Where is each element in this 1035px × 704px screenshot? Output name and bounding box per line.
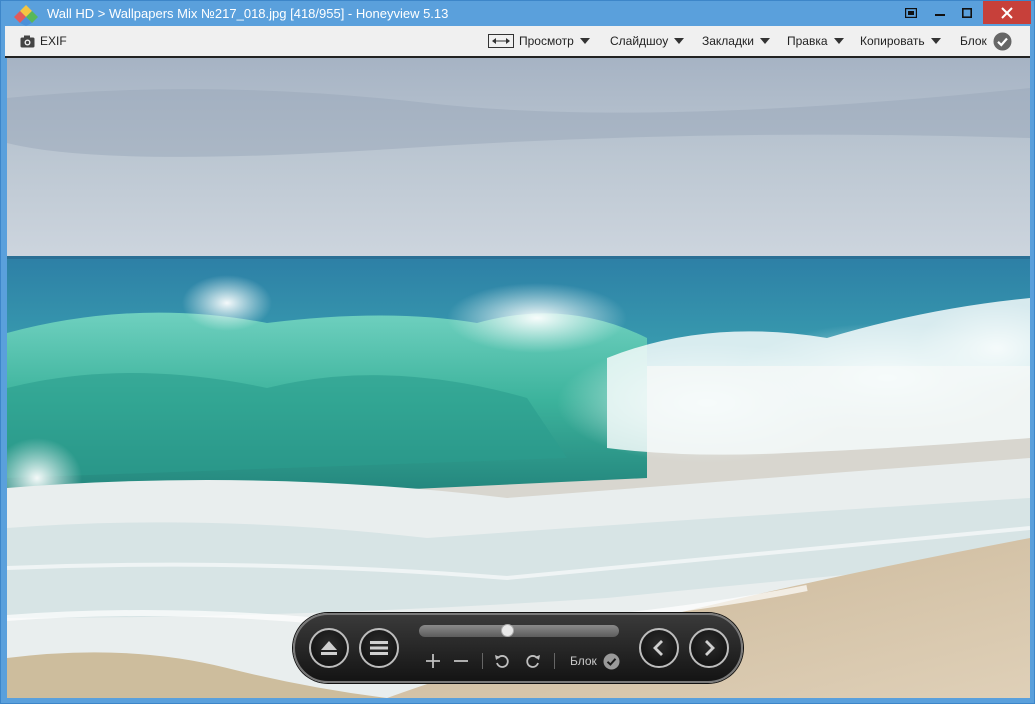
chevron-down-icon xyxy=(930,38,941,44)
chevron-right-icon xyxy=(705,640,715,656)
title-bar[interactable]: Wall HD > Wallpapers Mix №217_018.jpg [4… xyxy=(1,1,1034,26)
copy-menu-label: Копировать xyxy=(860,34,925,48)
check-icon xyxy=(993,32,1012,50)
position-slider-handle[interactable] xyxy=(501,624,514,637)
rotate-left-button[interactable] xyxy=(492,651,512,671)
zoom-out-icon xyxy=(454,660,468,662)
edit-menu[interactable]: Правка xyxy=(787,26,844,56)
app-icon xyxy=(14,5,38,26)
zoom-in-button[interactable] xyxy=(423,651,443,671)
close-button[interactable] xyxy=(983,1,1031,24)
floating-control-bar: Блок xyxy=(293,613,743,683)
close-icon xyxy=(1001,6,1013,19)
chevron-down-icon xyxy=(759,38,770,44)
slideshow-menu-label: Слайдшоу xyxy=(610,34,669,48)
menu-icon xyxy=(370,641,388,655)
rotate-right-button[interactable] xyxy=(523,651,543,671)
fullscreen-button[interactable] xyxy=(896,1,926,24)
edit-menu-label: Правка xyxy=(787,34,828,48)
eject-icon xyxy=(321,641,337,655)
rotate-right-icon xyxy=(526,655,540,668)
toolbar: EXIF Просмотр Слайдшоу Закладки Правка К… xyxy=(5,26,1030,58)
view-menu[interactable]: Просмотр xyxy=(488,26,590,56)
lock-label: Блок xyxy=(960,34,987,48)
window-title: Wall HD > Wallpapers Mix №217_018.jpg [4… xyxy=(47,6,449,21)
zoom-in-icon xyxy=(426,654,440,668)
exif-button[interactable]: EXIF xyxy=(20,26,67,56)
camera-icon xyxy=(20,35,35,47)
bookmarks-menu[interactable]: Закладки xyxy=(702,26,770,56)
position-slider[interactable] xyxy=(419,624,619,637)
bookmarks-menu-label: Закладки xyxy=(702,34,754,48)
menu-button[interactable] xyxy=(359,628,399,668)
slideshow-menu[interactable]: Слайдшоу xyxy=(610,26,685,56)
fullscreen-icon xyxy=(905,7,917,18)
lock-toggle-label[interactable]: Блок xyxy=(570,654,597,668)
maximize-button[interactable] xyxy=(953,1,981,24)
rotate-left-icon xyxy=(495,655,509,668)
separator xyxy=(482,653,483,669)
separator xyxy=(554,653,555,669)
eject-button[interactable] xyxy=(309,628,349,668)
next-image-button[interactable] xyxy=(689,628,729,668)
beach-wave-photo xyxy=(7,58,1030,698)
lock-toggle[interactable]: Блок xyxy=(960,26,1012,56)
chevron-down-icon xyxy=(579,38,590,44)
chevron-down-icon xyxy=(674,38,685,44)
view-mode-icon xyxy=(488,34,514,48)
exif-label: EXIF xyxy=(40,34,67,48)
lock-toggle-check[interactable] xyxy=(602,651,620,671)
app-window: Wall HD > Wallpapers Mix №217_018.jpg [4… xyxy=(0,0,1035,704)
chevron-down-icon xyxy=(833,38,844,44)
view-menu-label: Просмотр xyxy=(519,34,574,48)
check-icon xyxy=(603,653,619,669)
minimize-icon xyxy=(934,13,945,16)
zoom-out-button[interactable] xyxy=(451,651,471,671)
copy-menu[interactable]: Копировать xyxy=(860,26,941,56)
minimize-button[interactable] xyxy=(926,1,953,24)
image-viewport[interactable] xyxy=(7,58,1030,698)
chevron-left-icon xyxy=(653,640,663,656)
maximize-icon xyxy=(962,7,972,18)
previous-image-button[interactable] xyxy=(639,628,679,668)
